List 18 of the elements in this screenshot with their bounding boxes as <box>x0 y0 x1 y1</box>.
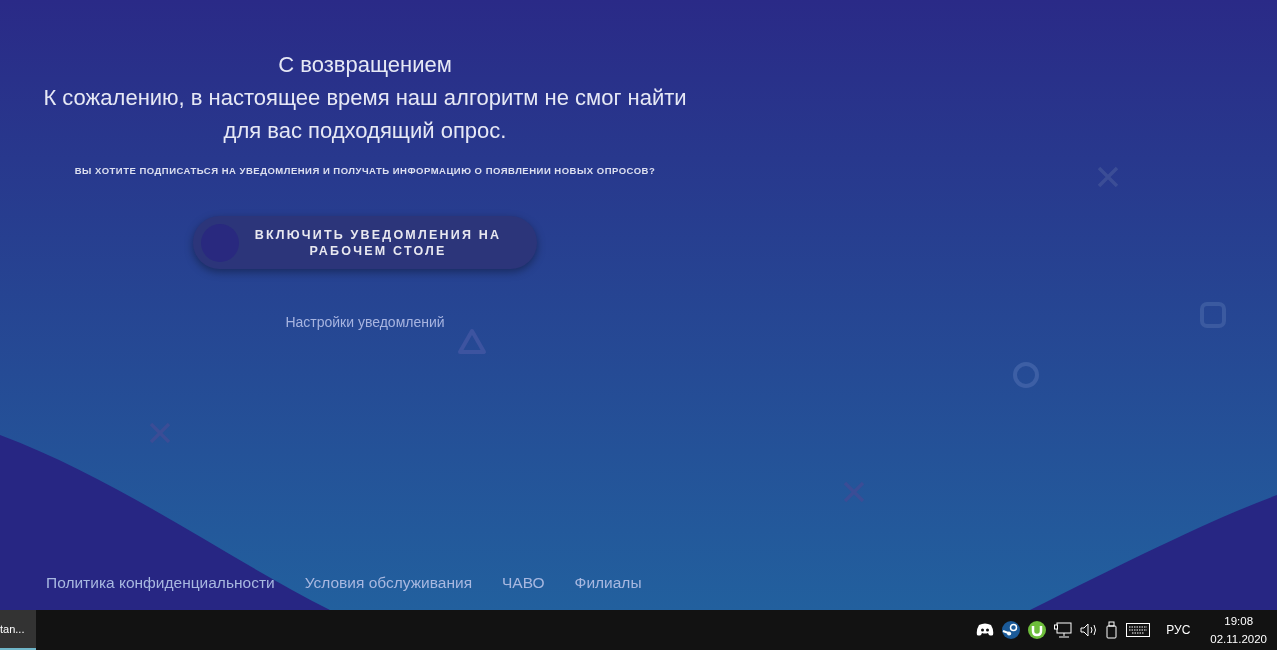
language-indicator[interactable]: РУС <box>1166 623 1191 637</box>
question-text: ВЫ ХОТИТЕ ПОДПИСАТЬСЯ НА УВЕДОМЛЕНИЯ И ПОЛУЧАТЬ ИНФОРМАЦИЮ О ПОЯВЛЕНИИ НОВЫХ ОПРОСОВ? <box>74 165 656 176</box>
keyboard-icon[interactable] <box>1126 623 1151 637</box>
footer-link[interactable]: Политика конфиденциальности <box>46 574 275 592</box>
circle-icon <box>201 223 239 262</box>
circle-icon <box>1011 360 1041 390</box>
triangle-icon <box>457 326 487 356</box>
enable-notifications-button[interactable]: ВКЛЮЧИТЬ УВЕДОМЛЕНИЯ НА РАБОЧЕМ СТОЛЕ <box>193 216 537 269</box>
notification-settings-link[interactable]: Настройки уведомлений <box>285 314 445 330</box>
greeting-heading: С возвращением <box>278 51 452 79</box>
speaker-icon[interactable] <box>1080 623 1099 637</box>
taskbar-app-button[interactable]: tan... <box>0 610 36 650</box>
network-icon[interactable] <box>1054 622 1073 638</box>
usb-drive-icon[interactable] <box>1106 621 1119 639</box>
clock-time[interactable]: 19:08 <box>1224 612 1254 630</box>
message-text: К сожалению, в настоящее время наш алгоритм не смог найти для вас подходящий опрос. <box>42 84 688 145</box>
clock-date[interactable]: 02.11.2020 <box>1210 630 1267 648</box>
gamepad-icon[interactable] <box>976 623 995 637</box>
